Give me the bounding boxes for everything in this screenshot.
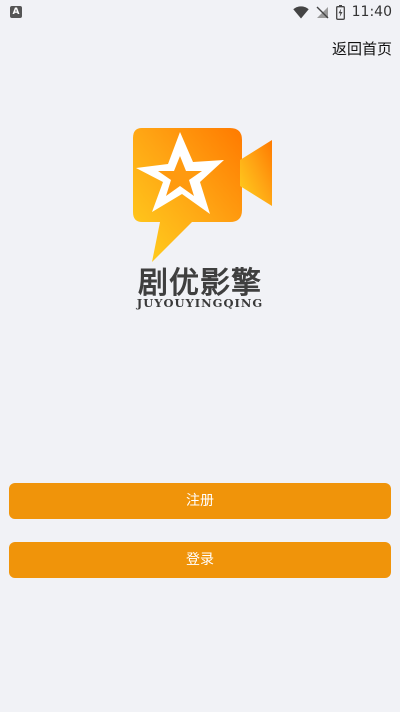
status-right: 11:40 xyxy=(292,4,392,20)
register-button[interactable]: 注册 xyxy=(9,483,391,519)
battery-icon xyxy=(335,4,345,20)
app-logo: 剧优影擎 JUYOUYINGQING xyxy=(125,122,275,312)
status-left: A xyxy=(10,6,22,18)
logo-subtitle: JUYOUYINGQING xyxy=(136,296,264,310)
wifi-icon xyxy=(292,5,309,18)
notification-a-icon: A xyxy=(10,6,22,18)
no-signal-icon xyxy=(316,6,329,18)
clock: 11:40 xyxy=(351,4,392,20)
back-home-link[interactable]: 返回首页 xyxy=(332,38,392,59)
login-button[interactable]: 登录 xyxy=(9,542,391,578)
video-star-logo-icon xyxy=(133,128,272,262)
status-bar: A 11:40 xyxy=(0,0,400,24)
login-screen: A 11:40 返回首页 剧优影擎 JUYOUYINGQING 注册 登录 xyxy=(0,0,400,712)
